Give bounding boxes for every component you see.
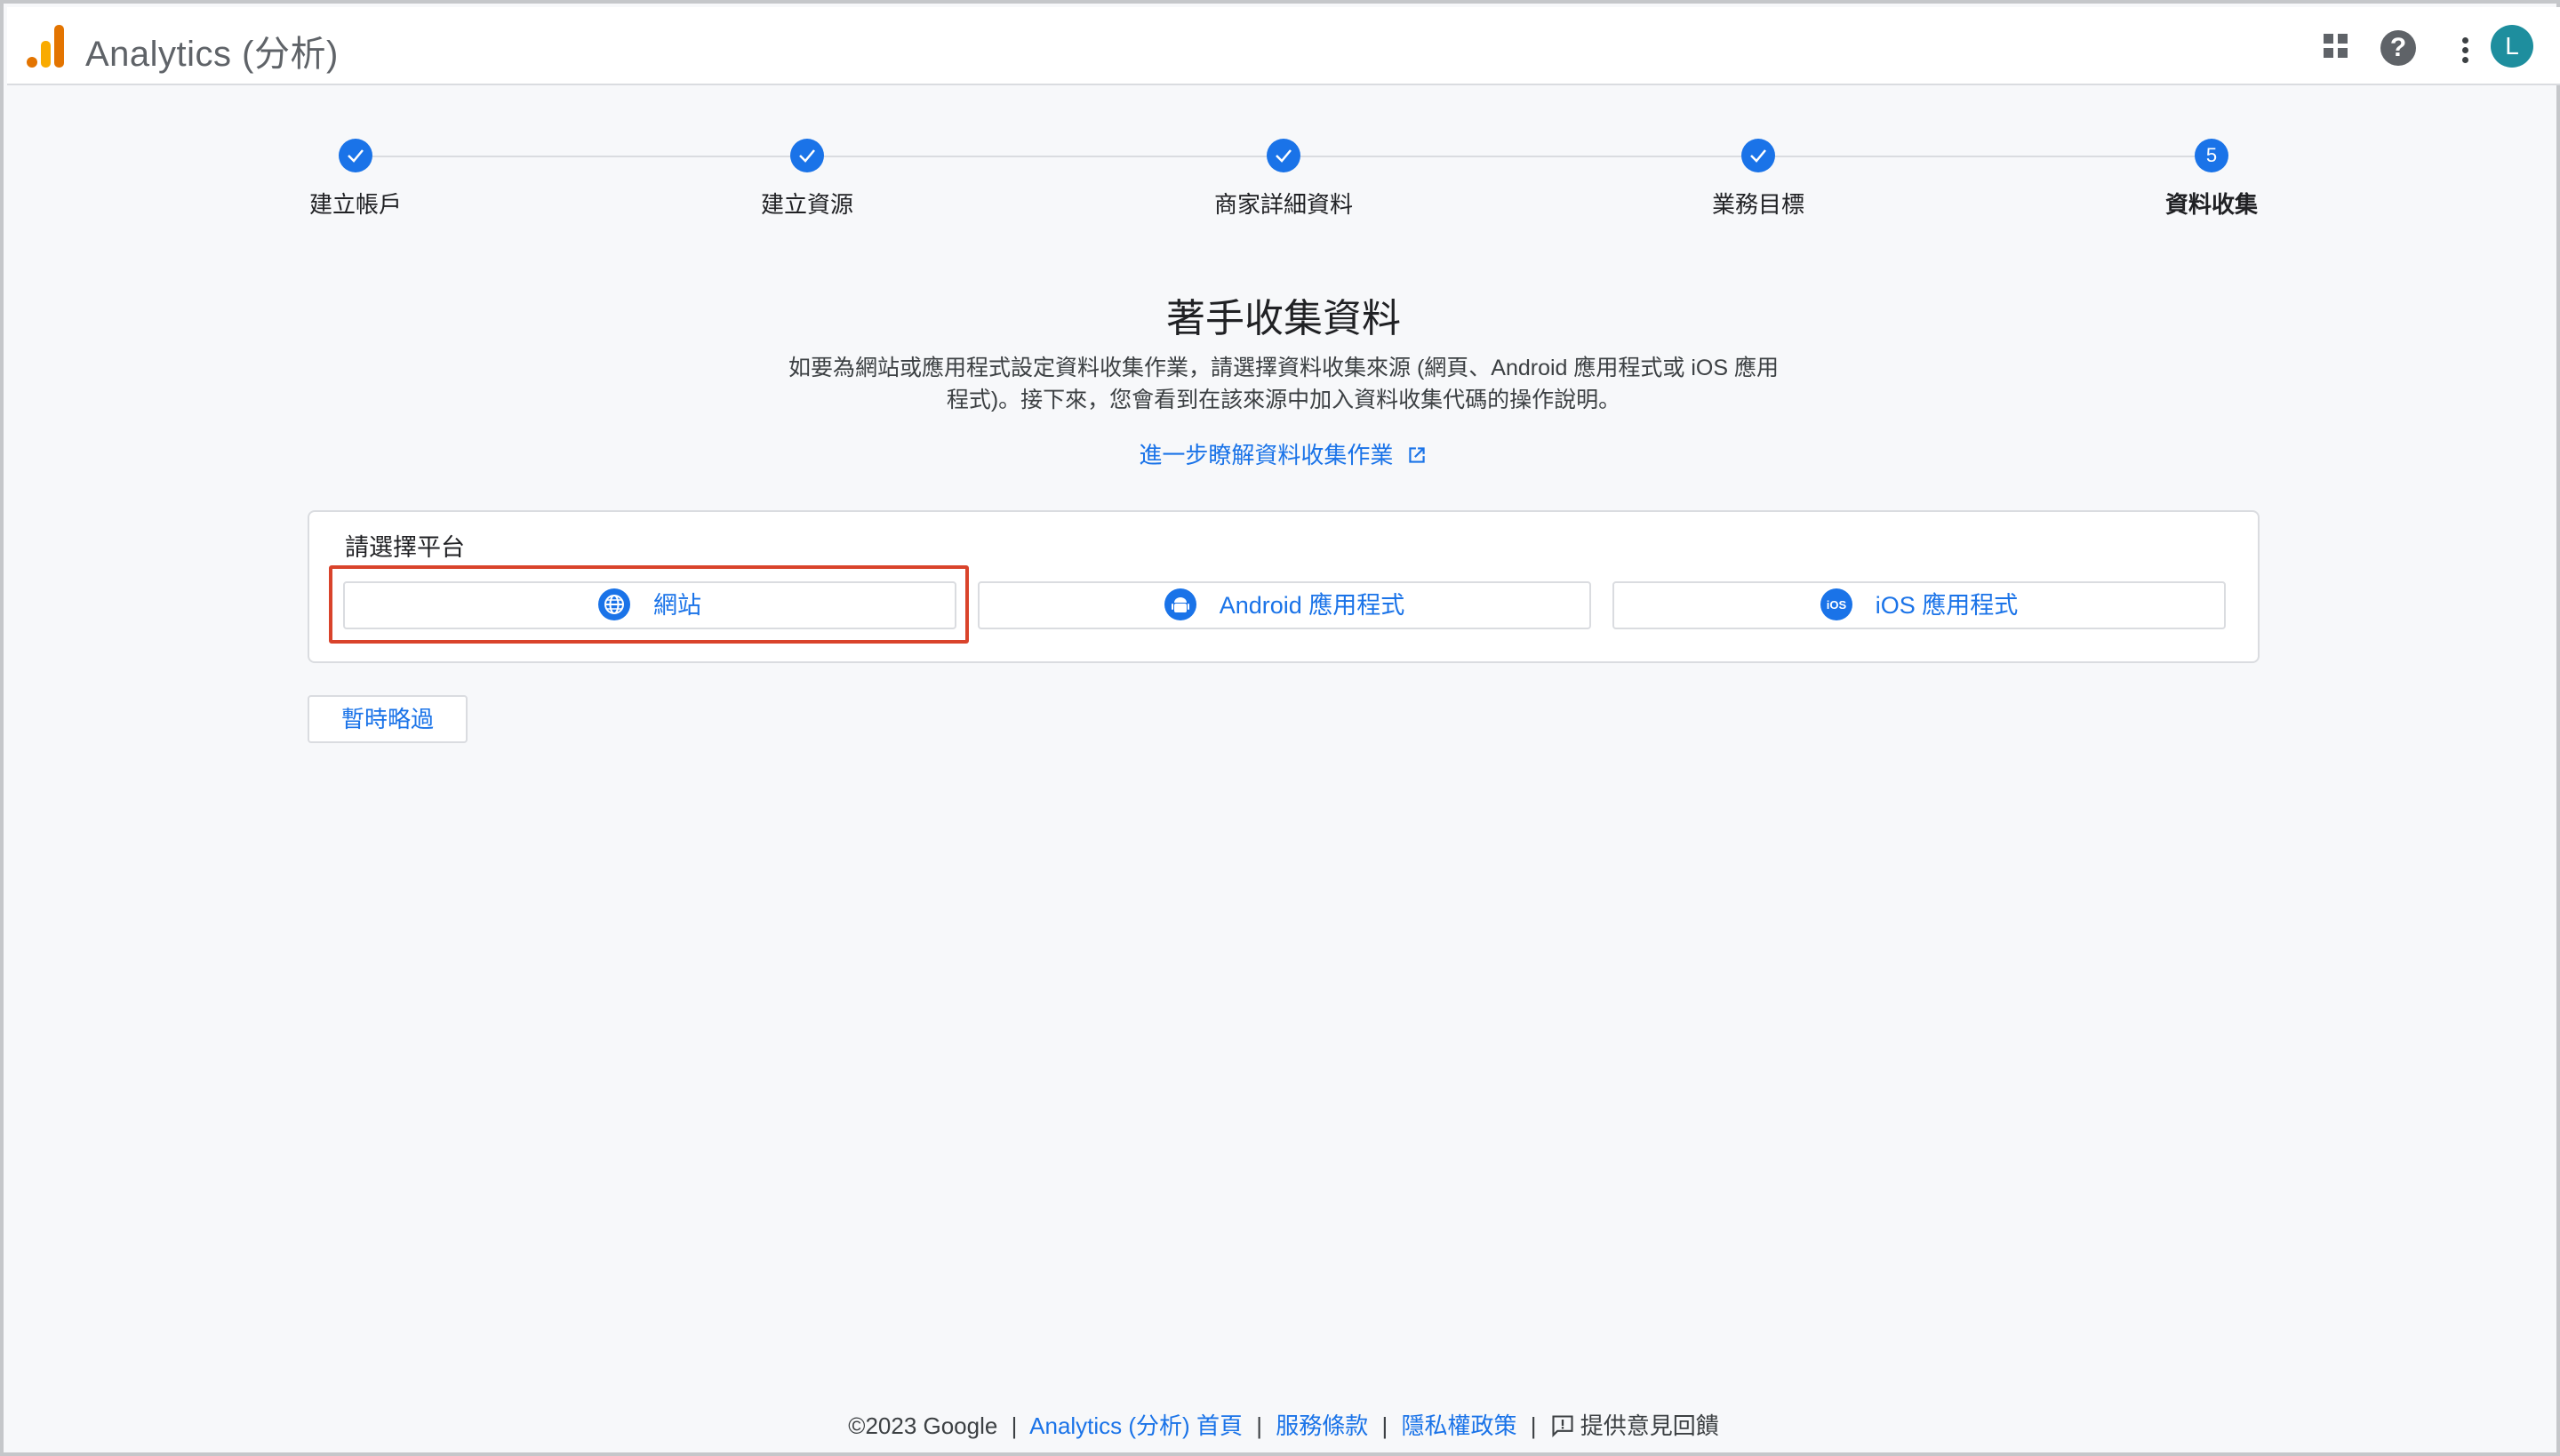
check-icon	[790, 139, 824, 172]
skip-for-now-button[interactable]: 暫時略過	[308, 695, 468, 743]
step-label: 業務目標	[1711, 191, 1804, 218]
check-icon	[1267, 139, 1300, 172]
page-title: 著手收集資料	[1166, 297, 1401, 340]
step-number: 5	[2195, 139, 2228, 172]
page-description: 如要為網站或應用程式設定資料收集作業，請選擇資料收集來源 (網頁、Android…	[750, 352, 1817, 416]
footer: ©2023 Google | Analytics (分析) 首頁 | 服務條款 …	[4, 1408, 2560, 1441]
svg-text:iOS: iOS	[1827, 598, 1847, 612]
web-platform-label[interactable]: 網站	[653, 592, 701, 619]
check-icon	[1741, 139, 1775, 172]
description-line: 程式)。接下來，您會看到在該來源中加入資料收集代碼的操作說明。	[946, 388, 1621, 412]
check-icon	[339, 139, 372, 172]
android-platform-label[interactable]: Android 應用程式	[1220, 592, 1405, 619]
feedback-icon	[1552, 1415, 1573, 1438]
terms-of-service-link[interactable]: 服務條款	[1276, 1412, 1368, 1439]
learn-more-label[interactable]: 進一步瞭解資料收集作業	[1139, 442, 1393, 468]
android-icon	[1164, 588, 1196, 620]
apps-grid-icon[interactable]	[2316, 27, 2356, 66]
analytics-logo-icon[interactable]	[27, 23, 64, 68]
copyright-text: ©2023 Google	[848, 1412, 998, 1439]
top-app-bar: Analytics (分析) ? L	[7, 7, 2560, 85]
privacy-policy-link[interactable]: 隱私權政策	[1401, 1412, 1516, 1439]
web-platform-button[interactable]: 網站	[343, 581, 956, 629]
open-in-new-icon	[1408, 447, 1425, 463]
step-create-account: 建立帳戶	[258, 139, 453, 220]
platform-card-title: 請選擇平台	[345, 534, 465, 561]
avatar[interactable]: L	[2491, 25, 2533, 68]
platform-card: 請選擇平台 網站 Android 應用程式 iOS iOS 應用程式	[308, 510, 2260, 663]
footer-separator: |	[1530, 1412, 1537, 1439]
feedback-label[interactable]: 提供意見回饋	[1580, 1412, 1719, 1439]
learn-more-link[interactable]: 進一步瞭解資料收集作業	[4, 437, 2560, 470]
step-business-objectives: 業務目標	[1660, 139, 1856, 220]
browser-frame: Analytics (分析) ? L 建立帳戶 建立資源 商家詳細資料 業務目標…	[0, 0, 2560, 1456]
step-business-details: 商家詳細資料	[1186, 139, 1381, 220]
analytics-home-link[interactable]: Analytics (分析) 首頁	[1029, 1412, 1243, 1439]
ios-icon: iOS	[1820, 588, 1852, 620]
ios-platform-button[interactable]: iOS iOS 應用程式	[1612, 581, 2226, 629]
more-vert-icon[interactable]	[2446, 27, 2485, 66]
globe-icon	[598, 588, 630, 620]
footer-separator: |	[1011, 1412, 1018, 1439]
step-create-property: 建立資源	[709, 139, 905, 220]
step-data-collection: 5 資料收集	[2114, 139, 2309, 220]
step-label: 建立帳戶	[308, 191, 402, 218]
help-icon[interactable]: ?	[2380, 30, 2416, 66]
step-label: 資料收集	[2164, 191, 2258, 218]
android-platform-button[interactable]: Android 應用程式	[978, 581, 1591, 629]
app-title[interactable]: Analytics (分析)	[85, 25, 339, 76]
step-label: 建立資源	[760, 191, 853, 218]
step-label: 商家詳細資料	[1213, 191, 1353, 218]
ios-platform-label[interactable]: iOS 應用程式	[1876, 592, 2019, 619]
description-line: 如要為網站或應用程式設定資料收集作業，請選擇資料收集來源 (網頁、Android…	[788, 356, 1779, 380]
footer-separator: |	[1256, 1412, 1262, 1439]
feedback-link[interactable]: 提供意見回饋	[1550, 1412, 1719, 1439]
footer-separator: |	[1381, 1412, 1388, 1439]
